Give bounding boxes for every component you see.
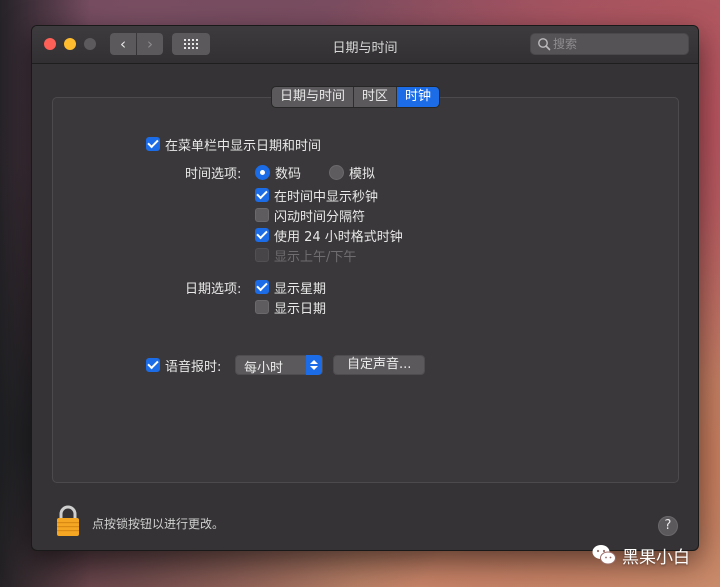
announce-time-option[interactable]: 语音报时:: [146, 356, 222, 375]
watermark-text: 黑果小白: [622, 547, 690, 568]
wechat-icon: [592, 545, 616, 565]
announce-time-checkbox[interactable]: [146, 358, 160, 372]
digital-radio[interactable]: [255, 164, 270, 180]
use-24-hour-label: 使用 24 小时格式时钟: [274, 229, 403, 245]
menubar-option[interactable]: 在菜单栏中显示日期和时间: [146, 135, 322, 154]
lock-icon[interactable]: [56, 505, 80, 537]
time-options-label: 时间选项:: [185, 166, 242, 182]
date-options-row: 日期选项:: [185, 278, 242, 297]
tab-time-zone[interactable]: 时区: [354, 87, 398, 107]
show-seconds-label: 在时间中显示秒钟: [274, 189, 379, 205]
show-ampm-label: 显示上午/下午: [274, 249, 357, 265]
help-button[interactable]: ?: [658, 516, 678, 536]
date-options-label: 日期选项:: [185, 281, 242, 297]
show-date-label: 显示日期: [274, 301, 327, 317]
announce-time-label: 语音报时:: [165, 359, 222, 375]
title-bar: ‹ › 日期与时间: [32, 26, 698, 64]
search-input[interactable]: [553, 34, 683, 54]
menubar-label: 在菜单栏中显示日期和时间: [165, 138, 322, 154]
show-ampm-option: 显示上午/下午: [255, 246, 357, 265]
clock-panel: 在菜单栏中显示日期和时间 时间选项: 数码 模拟 在时间中显示秒钟 闪动时间分隔…: [52, 97, 679, 483]
show-weekday-option[interactable]: 显示星期: [255, 278, 327, 297]
show-weekday-label: 显示星期: [274, 281, 327, 297]
digital-label: 数码: [275, 166, 302, 182]
use-24-hour-checkbox[interactable]: [255, 228, 269, 242]
tab-bar: 日期与时间 时区 时钟: [271, 86, 441, 108]
search-icon: [538, 38, 551, 51]
show-weekday-checkbox[interactable]: [255, 280, 269, 294]
radio-analog[interactable]: 模拟: [329, 163, 376, 182]
show-seconds-checkbox[interactable]: [255, 188, 269, 202]
analog-label: 模拟: [349, 166, 376, 182]
use-24-hour-option[interactable]: 使用 24 小时格式时钟: [255, 226, 403, 245]
flash-separators-label: 闪动时间分隔符: [274, 209, 366, 225]
menubar-checkbox[interactable]: [146, 137, 160, 151]
show-seconds-option[interactable]: 在时间中显示秒钟: [255, 186, 379, 205]
announce-interval-select[interactable]: 每小时: [235, 355, 323, 376]
flash-separators-option[interactable]: 闪动时间分隔符: [255, 206, 366, 225]
tab-clock[interactable]: 时钟: [397, 87, 440, 107]
radio-digital[interactable]: 数码: [255, 163, 302, 182]
customize-voice-button[interactable]: 自定声音...: [333, 355, 426, 375]
search-field[interactable]: [530, 33, 689, 55]
preferences-window: ‹ › 日期与时间 日期与时间 时区 时钟 在菜单栏中显示日期和时间: [31, 25, 699, 551]
analog-radio[interactable]: [329, 164, 344, 180]
show-date-option[interactable]: 显示日期: [255, 298, 327, 317]
lock-message: 点按锁按钮以进行更改。: [92, 517, 225, 531]
flash-separators-checkbox[interactable]: [255, 208, 269, 222]
show-ampm-checkbox: [255, 248, 269, 262]
show-date-checkbox[interactable]: [255, 300, 269, 314]
chevron-updown-icon: [306, 355, 322, 375]
announce-interval-value: 每小时: [244, 361, 284, 376]
watermark: 黑果小白: [592, 543, 690, 568]
tab-date-time[interactable]: 日期与时间: [272, 87, 355, 107]
time-options-row: 时间选项:: [185, 163, 242, 182]
